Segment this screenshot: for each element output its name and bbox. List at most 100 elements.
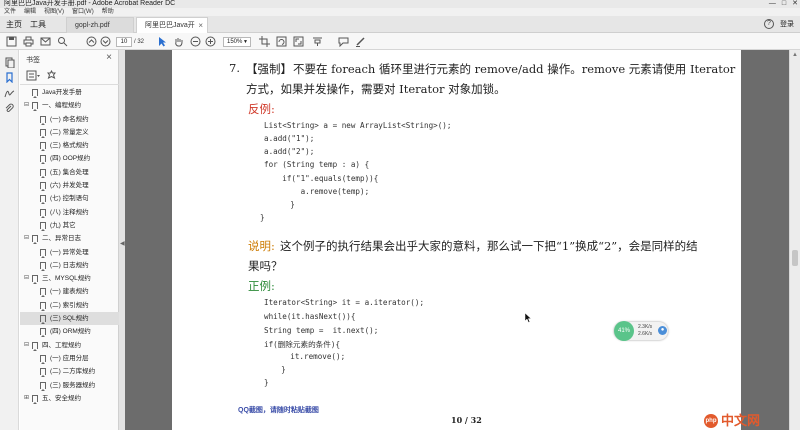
close-tab-icon[interactable]: × xyxy=(198,18,203,33)
tab-home[interactable]: 主页 xyxy=(6,16,22,33)
bookmark-icon xyxy=(40,261,46,271)
bookmark-item[interactable]: (三) 服务器规约 xyxy=(20,379,119,392)
menu-view[interactable]: 视图(V) xyxy=(44,8,64,16)
page-number-input[interactable]: 10 xyxy=(116,37,132,47)
scroll-up-icon[interactable]: ▲ xyxy=(792,52,798,58)
bookmark-item[interactable]: (二) 常量定义 xyxy=(20,126,119,139)
speed-boost-icon[interactable]: ● xyxy=(658,326,667,335)
bookmark-label: (一) 建表规约 xyxy=(50,288,89,296)
code-line: } xyxy=(260,213,265,222)
page-thumbnails-icon[interactable] xyxy=(4,57,15,69)
note-text-line-1: 这个例子的执行结果会出乎大家的意料，那么试一下把“1”换成“2”，会是同样的结 xyxy=(280,239,698,253)
bookmark-item[interactable]: (三) 格式规约 xyxy=(20,139,119,152)
document-viewport[interactable]: 7. 【强制】 不要在 foreach 循环里进行元素的 remove/add … xyxy=(125,50,789,430)
sign-pen-icon[interactable] xyxy=(355,36,366,47)
maximize-button[interactable]: □ xyxy=(782,0,786,8)
close-window-button[interactable]: ✕ xyxy=(792,0,798,8)
bookmark-item[interactable]: (四) OOP规约 xyxy=(20,152,119,165)
select-cursor-icon[interactable] xyxy=(157,36,168,47)
login-button[interactable]: 登录 xyxy=(780,16,794,33)
page-total: / 32 xyxy=(134,39,145,45)
read-mode-icon[interactable] xyxy=(312,36,323,47)
network-speed-widget[interactable]: 41% 2.3K/s 2.6K/s ● xyxy=(614,321,668,341)
note-label: 说明: xyxy=(248,239,275,253)
menu-file[interactable]: 文件 xyxy=(4,8,16,16)
expand-toggle-icon[interactable]: ⊞ xyxy=(24,392,29,405)
collapse-toggle-icon[interactable]: ⊟ xyxy=(24,232,29,245)
save-icon[interactable] xyxy=(6,36,17,47)
menu-edit[interactable]: 编辑 xyxy=(24,8,36,16)
next-page-icon[interactable] xyxy=(100,36,111,47)
doc-tab-alibaba[interactable]: 阿里巴巴Java开发... × xyxy=(136,17,208,44)
bookmark-icon xyxy=(40,368,46,378)
navigation-rail xyxy=(0,50,19,430)
hand-tool-icon[interactable] xyxy=(173,36,184,47)
bookmark-item[interactable]: (一) 应用分层 xyxy=(20,352,119,365)
menu-bar: 文件 编辑 视图(V) 窗口(W) 帮助 xyxy=(0,8,800,16)
download-speed: 2.6K/s xyxy=(638,331,653,337)
bookmark-item[interactable]: (二) 二方库规约 xyxy=(20,365,119,378)
bookmarks-panel-icon[interactable] xyxy=(4,72,15,84)
bookmark-label: (二) 二方库规约 xyxy=(50,368,96,376)
comment-icon[interactable] xyxy=(338,36,349,47)
bookmark-item[interactable]: (九) 其它 xyxy=(20,219,119,232)
bookmark-item[interactable]: (一) 命名规约 xyxy=(20,113,119,126)
signatures-icon[interactable] xyxy=(4,88,15,99)
rule-tag: 【强制】 xyxy=(246,62,292,76)
bookmark-item[interactable]: ⊞ 五、安全规约 xyxy=(20,392,119,405)
usage-percent: 41% xyxy=(614,321,634,341)
bookmark-item[interactable]: ⊟ 一、编程规约 xyxy=(20,99,119,112)
bookmark-item[interactable]: (二) 日志规约 xyxy=(20,259,119,272)
bookmark-item[interactable]: ⊟ 四、工程规约 xyxy=(20,339,119,352)
minimize-button[interactable]: — xyxy=(769,0,776,8)
crop-icon[interactable] xyxy=(259,36,270,47)
bookmark-item[interactable]: (五) 集合处理 xyxy=(20,166,119,179)
bookmark-item[interactable]: (二) 索引规约 xyxy=(20,299,119,312)
zoom-out-icon[interactable] xyxy=(190,36,201,47)
bookmark-label: 四、工程规约 xyxy=(42,341,81,349)
zoom-select[interactable]: 150% ▼ xyxy=(223,37,251,47)
print-icon[interactable] xyxy=(23,36,34,47)
code-line: it.remove(); xyxy=(272,352,346,361)
collapse-toggle-icon[interactable]: ⊟ xyxy=(24,339,29,352)
bookmark-item[interactable]: (一) 建表规约 xyxy=(20,285,119,298)
search-icon[interactable] xyxy=(57,36,68,47)
attachments-icon[interactable] xyxy=(4,103,15,114)
bookmark-item[interactable]: ⊟ 三、MYSQL规约 xyxy=(20,272,119,285)
bookmark-label: Java开发手册 xyxy=(42,89,82,96)
close-icon[interactable]: × xyxy=(106,52,112,63)
bookmark-item[interactable]: ⊟ 二、异常日志 xyxy=(20,232,119,245)
rotate-icon[interactable] xyxy=(276,36,287,47)
bookmark-label: (二) 常量定义 xyxy=(50,128,89,136)
menu-help[interactable]: 帮助 xyxy=(102,8,114,16)
bookmark-label: (一) 命名规约 xyxy=(50,115,89,123)
bookmark-item[interactable]: Java开发手册 xyxy=(20,86,119,99)
bookmark-item[interactable]: (八) 注释规约 xyxy=(20,206,119,219)
bookmark-item[interactable]: (三) SQL规约 xyxy=(20,312,119,326)
bookmark-icon xyxy=(40,328,46,338)
collapse-toggle-icon[interactable]: ⊟ xyxy=(24,272,29,285)
scroll-thumb[interactable] xyxy=(792,250,798,266)
bookmarks-title: 书签 xyxy=(26,57,40,64)
bookmark-item[interactable]: (一) 异常处理 xyxy=(20,246,119,259)
bookmark-options-icon[interactable] xyxy=(26,70,40,84)
rule-text-line-2: 方式，如果并发操作，需要对 Iterator 对象加锁。 xyxy=(246,82,506,96)
doc-tab-gopl[interactable]: gopl-zh.pdf xyxy=(66,17,134,33)
tab-tools[interactable]: 工具 xyxy=(30,16,46,33)
zoom-in-icon[interactable] xyxy=(205,36,216,47)
menu-window[interactable]: 窗口(W) xyxy=(72,8,94,16)
email-icon[interactable] xyxy=(40,36,51,47)
fit-page-icon[interactable] xyxy=(293,36,304,47)
previous-page-icon[interactable] xyxy=(86,36,97,47)
collapse-toggle-icon[interactable]: ⊟ xyxy=(24,99,29,112)
vertical-scrollbar[interactable]: ▲ xyxy=(789,50,800,430)
bookmark-settings-icon[interactable] xyxy=(46,69,57,84)
code-line: a.add("1"); xyxy=(264,134,315,143)
tab-bar: 主页 工具 gopl-zh.pdf 阿里巴巴Java开发... × ? 登录 xyxy=(0,16,800,44)
collapse-arrow-icon[interactable]: ◀ xyxy=(120,240,125,247)
bookmark-label: (五) 集合处理 xyxy=(50,168,89,176)
bookmark-item[interactable]: (四) ORM规约 xyxy=(20,325,119,338)
bookmark-item[interactable]: (六) 并发处理 xyxy=(20,179,119,192)
bookmark-item[interactable]: (七) 控制语句 xyxy=(20,192,119,205)
help-icon[interactable]: ? xyxy=(764,19,774,29)
